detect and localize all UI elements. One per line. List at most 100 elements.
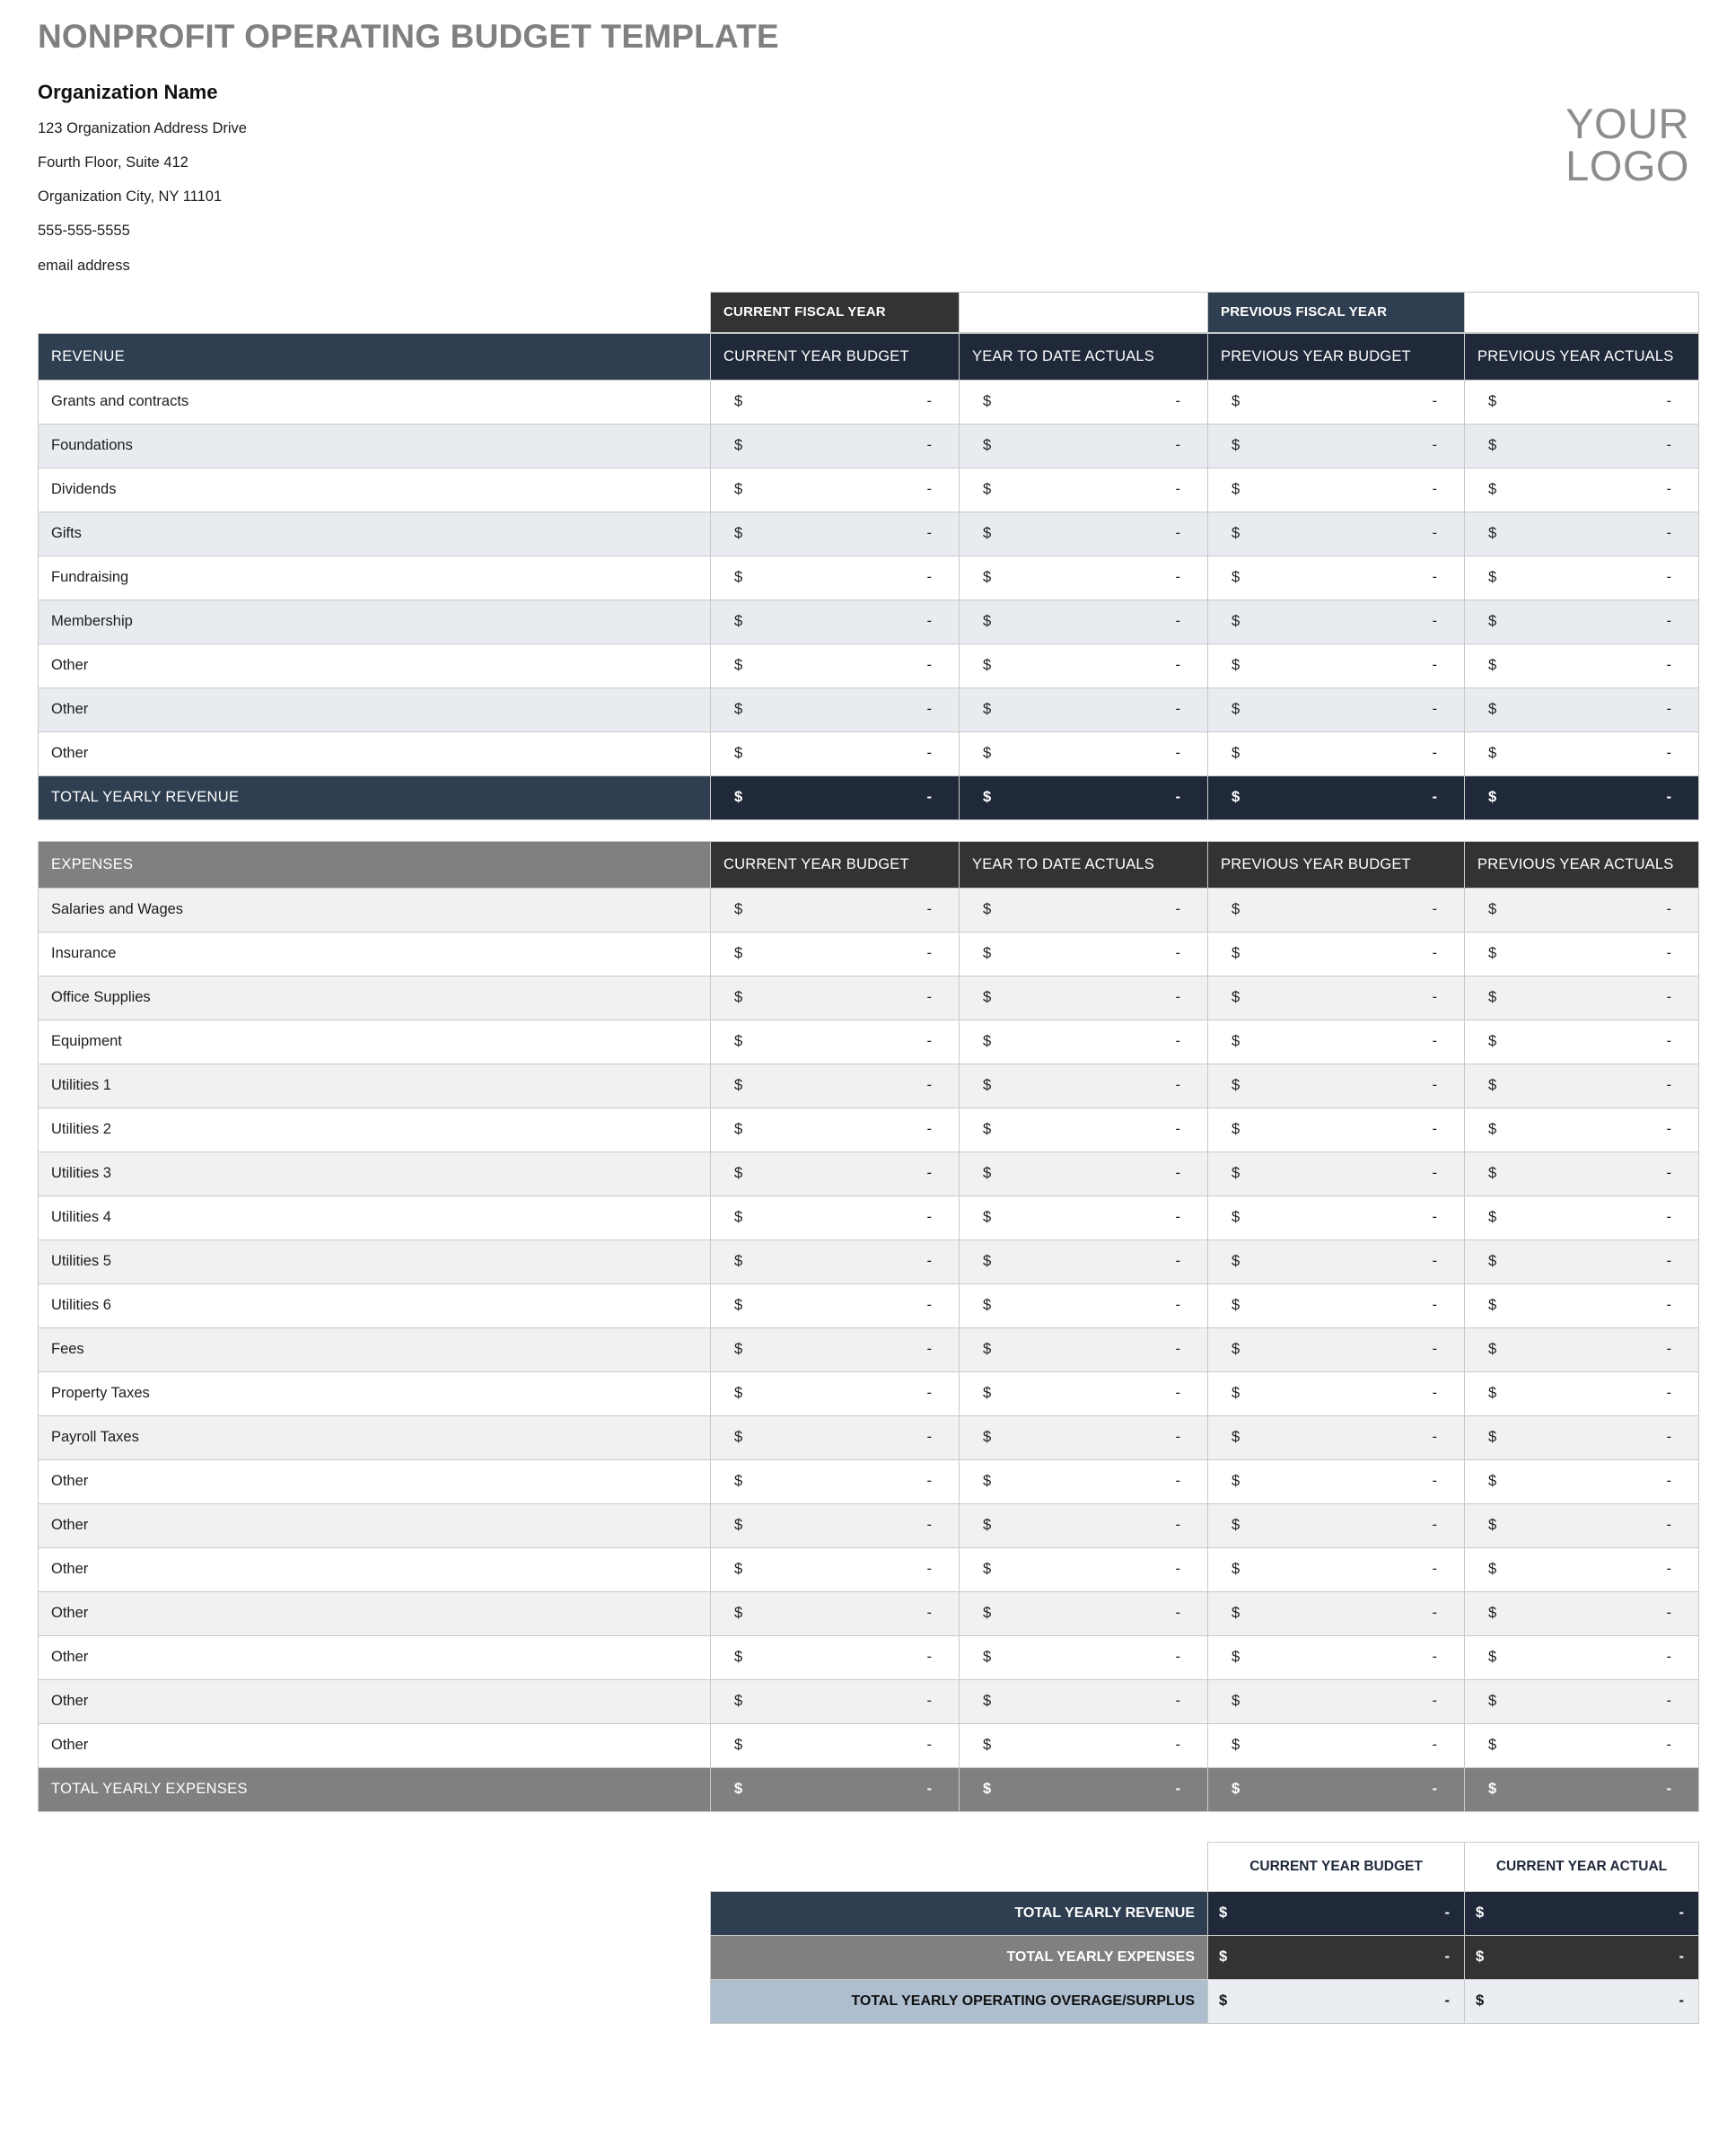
cell-previous-budget[interactable]: $ - <box>1207 1678 1465 1724</box>
cell-previous-actuals[interactable]: $ - <box>1464 887 1699 933</box>
cell-ytd-actuals[interactable]: $ - <box>959 1107 1208 1152</box>
cell-ytd-actuals[interactable]: $ - <box>959 511 1208 556</box>
cell-current-budget[interactable]: $ - <box>710 731 960 776</box>
summary-total-expenses-budget[interactable]: $ - <box>1207 1934 1465 1980</box>
cell-previous-actuals[interactable]: $ - <box>1464 379 1699 425</box>
cell-ytd-actuals[interactable]: $ - <box>959 975 1208 1020</box>
cell-previous-budget[interactable]: $ - <box>1207 1283 1465 1328</box>
cell-previous-budget[interactable]: $ - <box>1207 1502 1465 1548</box>
cell-current-budget[interactable]: $ - <box>710 1327 960 1372</box>
cell-ytd-actuals[interactable]: $ - <box>959 1063 1208 1108</box>
cell-ytd-actuals[interactable]: $ - <box>959 643 1208 688</box>
cell-previous-actuals[interactable]: $ - <box>1464 1107 1699 1152</box>
cell-ytd-actuals[interactable]: $ - <box>959 887 1208 933</box>
cell-previous-actuals[interactable]: $ - <box>1464 1239 1699 1284</box>
cell-previous-budget[interactable]: $ - <box>1207 467 1465 512</box>
cell-current-budget[interactable]: $ - <box>710 555 960 600</box>
cell-previous-actuals[interactable]: $ - <box>1464 1019 1699 1064</box>
summary-total-expenses-actual[interactable]: $ - <box>1464 1934 1699 1980</box>
cell-previous-budget[interactable]: $ - <box>1207 1019 1465 1064</box>
cell-previous-budget[interactable]: $ - <box>1207 1107 1465 1152</box>
cell-current-budget[interactable]: $ - <box>710 687 960 732</box>
total-yearly-revenue-ytd-actuals[interactable]: $ - <box>959 775 1208 820</box>
cell-current-budget[interactable]: $ - <box>710 975 960 1020</box>
cell-previous-budget[interactable]: $ - <box>1207 1371 1465 1416</box>
cell-previous-actuals[interactable]: $ - <box>1464 1063 1699 1108</box>
cell-previous-budget[interactable]: $ - <box>1207 643 1465 688</box>
total-yearly-expenses-previous-actuals[interactable]: $ - <box>1464 1766 1699 1812</box>
cell-current-budget[interactable]: $ - <box>710 1458 960 1504</box>
total-yearly-expenses-current-budget[interactable]: $ - <box>710 1766 960 1812</box>
cell-ytd-actuals[interactable]: $ - <box>959 1151 1208 1196</box>
cell-current-budget[interactable]: $ - <box>710 931 960 977</box>
cell-previous-budget[interactable]: $ - <box>1207 1239 1465 1284</box>
cell-previous-budget[interactable]: $ - <box>1207 555 1465 600</box>
cell-current-budget[interactable]: $ - <box>710 1371 960 1416</box>
cell-previous-budget[interactable]: $ - <box>1207 931 1465 977</box>
cell-previous-actuals[interactable]: $ - <box>1464 1151 1699 1196</box>
cell-current-budget[interactable]: $ - <box>710 1239 960 1284</box>
cell-ytd-actuals[interactable]: $ - <box>959 1019 1208 1064</box>
summary-operating-surplus-actual[interactable]: $ - <box>1464 1978 1699 2024</box>
cell-previous-actuals[interactable]: $ - <box>1464 1414 1699 1460</box>
cell-ytd-actuals[interactable]: $ - <box>959 1283 1208 1328</box>
cell-previous-actuals[interactable]: $ - <box>1464 1283 1699 1328</box>
cell-previous-actuals[interactable]: $ - <box>1464 643 1699 688</box>
total-yearly-revenue-previous-actuals[interactable]: $ - <box>1464 775 1699 820</box>
cell-ytd-actuals[interactable]: $ - <box>959 1502 1208 1548</box>
cell-current-budget[interactable]: $ - <box>710 1546 960 1592</box>
cell-current-budget[interactable]: $ - <box>710 1502 960 1548</box>
cell-current-budget[interactable]: $ - <box>710 511 960 556</box>
cell-current-budget[interactable]: $ - <box>710 1063 960 1108</box>
cell-ytd-actuals[interactable]: $ - <box>959 1239 1208 1284</box>
cell-ytd-actuals[interactable]: $ - <box>959 1458 1208 1504</box>
cell-current-budget[interactable]: $ - <box>710 1634 960 1680</box>
cell-previous-actuals[interactable]: $ - <box>1464 467 1699 512</box>
previous-fiscal-year-value[interactable] <box>1464 291 1699 333</box>
cell-current-budget[interactable]: $ - <box>710 599 960 644</box>
cell-previous-actuals[interactable]: $ - <box>1464 555 1699 600</box>
cell-previous-budget[interactable]: $ - <box>1207 975 1465 1020</box>
cell-ytd-actuals[interactable]: $ - <box>959 1590 1208 1636</box>
cell-current-budget[interactable]: $ - <box>710 887 960 933</box>
cell-current-budget[interactable]: $ - <box>710 467 960 512</box>
cell-ytd-actuals[interactable]: $ - <box>959 1722 1208 1768</box>
cell-previous-budget[interactable]: $ - <box>1207 1063 1465 1108</box>
cell-current-budget[interactable]: $ - <box>710 1722 960 1768</box>
summary-operating-surplus-budget[interactable]: $ - <box>1207 1978 1465 2024</box>
cell-current-budget[interactable]: $ - <box>710 1283 960 1328</box>
cell-ytd-actuals[interactable]: $ - <box>959 931 1208 977</box>
cell-previous-budget[interactable]: $ - <box>1207 1722 1465 1768</box>
cell-previous-actuals[interactable]: $ - <box>1464 1458 1699 1504</box>
cell-ytd-actuals[interactable]: $ - <box>959 1546 1208 1592</box>
cell-ytd-actuals[interactable]: $ - <box>959 1414 1208 1460</box>
cell-current-budget[interactable]: $ - <box>710 1107 960 1152</box>
cell-current-budget[interactable]: $ - <box>710 1414 960 1460</box>
total-yearly-revenue-current-budget[interactable]: $ - <box>710 775 960 820</box>
total-yearly-revenue-previous-budget[interactable]: $ - <box>1207 775 1465 820</box>
cell-ytd-actuals[interactable]: $ - <box>959 467 1208 512</box>
cell-previous-budget[interactable]: $ - <box>1207 1546 1465 1592</box>
cell-previous-actuals[interactable]: $ - <box>1464 1327 1699 1372</box>
cell-ytd-actuals[interactable]: $ - <box>959 1678 1208 1724</box>
cell-ytd-actuals[interactable]: $ - <box>959 1195 1208 1240</box>
cell-previous-budget[interactable]: $ - <box>1207 1414 1465 1460</box>
cell-previous-budget[interactable]: $ - <box>1207 1634 1465 1680</box>
cell-previous-actuals[interactable]: $ - <box>1464 1678 1699 1724</box>
cell-previous-actuals[interactable]: $ - <box>1464 731 1699 776</box>
cell-ytd-actuals[interactable]: $ - <box>959 599 1208 644</box>
cell-previous-budget[interactable]: $ - <box>1207 599 1465 644</box>
cell-previous-budget[interactable]: $ - <box>1207 511 1465 556</box>
cell-ytd-actuals[interactable]: $ - <box>959 1371 1208 1416</box>
cell-current-budget[interactable]: $ - <box>710 379 960 425</box>
cell-previous-budget[interactable]: $ - <box>1207 1151 1465 1196</box>
cell-previous-actuals[interactable]: $ - <box>1464 1195 1699 1240</box>
cell-ytd-actuals[interactable]: $ - <box>959 1327 1208 1372</box>
cell-previous-actuals[interactable]: $ - <box>1464 423 1699 469</box>
cell-previous-actuals[interactable]: $ - <box>1464 511 1699 556</box>
cell-ytd-actuals[interactable]: $ - <box>959 687 1208 732</box>
total-yearly-expenses-ytd-actuals[interactable]: $ - <box>959 1766 1208 1812</box>
cell-previous-actuals[interactable]: $ - <box>1464 1722 1699 1768</box>
cell-ytd-actuals[interactable]: $ - <box>959 423 1208 469</box>
cell-current-budget[interactable]: $ - <box>710 1590 960 1636</box>
